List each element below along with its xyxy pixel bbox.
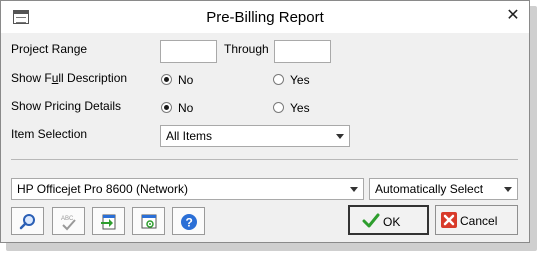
chevron-down-icon — [336, 134, 344, 139]
help-icon: ? — [181, 214, 197, 230]
full-description-yes-radio[interactable] — [273, 74, 284, 85]
full-description-label-pre: Show F — [11, 71, 52, 85]
cancel-x-icon — [441, 212, 457, 228]
item-selection-value: All Items — [166, 129, 213, 143]
print-setup-icon — [141, 214, 157, 229]
chevron-down-icon — [504, 187, 512, 192]
through-label: Through — [224, 42, 269, 56]
printer-value: HP Officejet Pro 8600 (Network) — [17, 182, 188, 196]
project-range-label: Project Range — [11, 42, 88, 56]
export-icon — [101, 214, 116, 230]
export-button[interactable] — [92, 207, 125, 235]
cancel-label: Cancel — [460, 214, 498, 228]
title-bar: Pre-Billing Report ✕ — [1, 1, 529, 33]
dialog-title: Pre-Billing Report — [206, 9, 324, 26]
full-description-no-radio[interactable] — [161, 74, 172, 85]
pricing-details-no-label: No — [178, 101, 194, 115]
cancel-button[interactable]: Cancel — [435, 205, 518, 235]
ok-label: OK — [383, 215, 401, 229]
full-description-label: Show Full Description — [11, 71, 127, 85]
spellcheck-button[interactable]: ABC — [52, 207, 85, 235]
pricing-details-yes-radio[interactable] — [273, 102, 284, 113]
paper-tray-value: Automatically Select — [375, 182, 484, 196]
item-selection-label: Item Selection — [11, 127, 88, 141]
svg-text:?: ? — [186, 216, 193, 230]
search-icon — [19, 214, 35, 230]
svg-text:ABC: ABC — [61, 216, 74, 222]
paper-tray-dropdown[interactable]: Automatically Select — [369, 178, 518, 200]
full-description-yes-label: Yes — [290, 73, 310, 87]
full-description-no-label: No — [178, 73, 194, 87]
printer-dropdown[interactable]: HP Officejet Pro 8600 (Network) — [11, 178, 364, 200]
help-button[interactable]: ? — [172, 207, 205, 235]
full-description-label-post: ll Description — [58, 71, 128, 85]
divider — [11, 159, 518, 160]
print-setup-button[interactable] — [132, 207, 165, 235]
project-range-from-input[interactable] — [160, 40, 217, 63]
pricing-details-label: Show Pricing Details — [11, 99, 122, 113]
chevron-down-icon — [350, 187, 358, 192]
project-range-to-input[interactable] — [274, 40, 331, 63]
item-selection-dropdown[interactable]: All Items — [160, 125, 350, 147]
spellcheck-icon: ABC — [61, 216, 76, 231]
dialog-window: Pre-Billing Report ✕ Project Range Throu… — [0, 0, 530, 243]
pricing-details-yes-label: Yes — [290, 101, 310, 115]
search-button[interactable] — [11, 207, 44, 235]
ok-button[interactable]: OK — [348, 205, 429, 235]
checkmark-icon — [362, 213, 380, 228]
close-icon[interactable]: ✕ — [505, 7, 521, 25]
pricing-details-no-radio[interactable] — [161, 102, 172, 113]
